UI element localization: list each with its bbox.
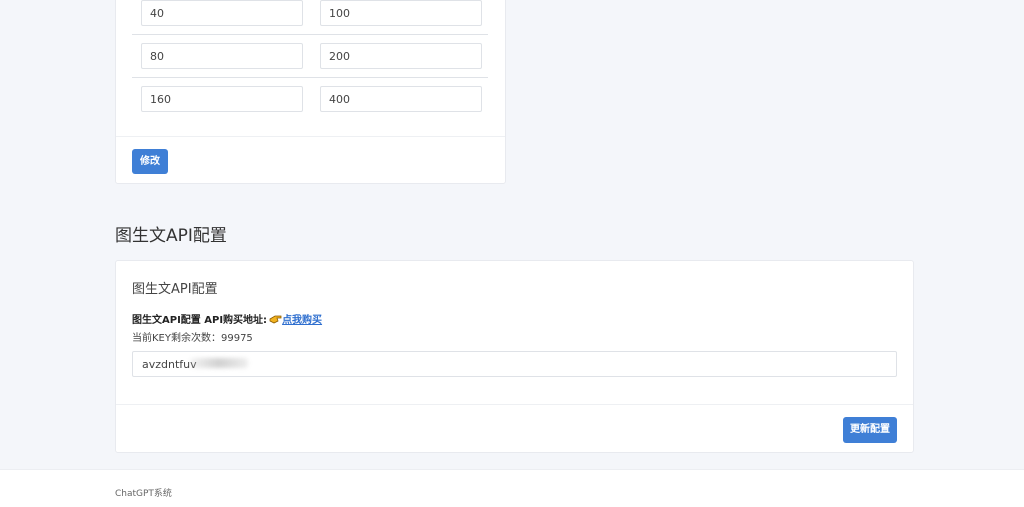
price-row	[132, 0, 488, 34]
pricing-card: 修改	[115, 0, 506, 184]
api-info-label: 图生文API配置 API购买地址:	[132, 315, 268, 326]
price-input-price[interactable]	[320, 43, 482, 69]
price-row	[132, 34, 488, 77]
price-row	[132, 77, 488, 120]
pointing-hand-icon	[269, 314, 282, 324]
page-footer: ChatGPT系统	[0, 469, 1024, 507]
price-input-price[interactable]	[320, 0, 482, 26]
footer-text: ChatGPT系统	[115, 489, 172, 499]
key-remaining-count: 当前KEY剩余次数：99975	[132, 333, 253, 344]
update-config-button[interactable]: 更新配置	[843, 417, 897, 443]
modify-button[interactable]: 修改	[132, 149, 168, 174]
section-title: 图生文API配置	[115, 226, 227, 246]
price-input-count[interactable]	[141, 86, 303, 112]
price-input-count[interactable]	[141, 0, 303, 26]
api-card-footer: 更新配置	[116, 404, 913, 452]
api-config-card: 图生文API配置 图生文API配置 API购买地址: 点我购买 当前KEY剩余次数…	[115, 260, 914, 453]
buy-link[interactable]: 点我购买	[282, 315, 322, 326]
redacted-key-blur	[190, 358, 248, 368]
price-input-count[interactable]	[141, 43, 303, 69]
price-input-price[interactable]	[320, 86, 482, 112]
api-card-title: 图生文API配置	[132, 282, 218, 297]
pricing-card-footer: 修改	[116, 136, 505, 183]
api-info-line: 图生文API配置 API购买地址: 点我购买	[132, 311, 322, 326]
